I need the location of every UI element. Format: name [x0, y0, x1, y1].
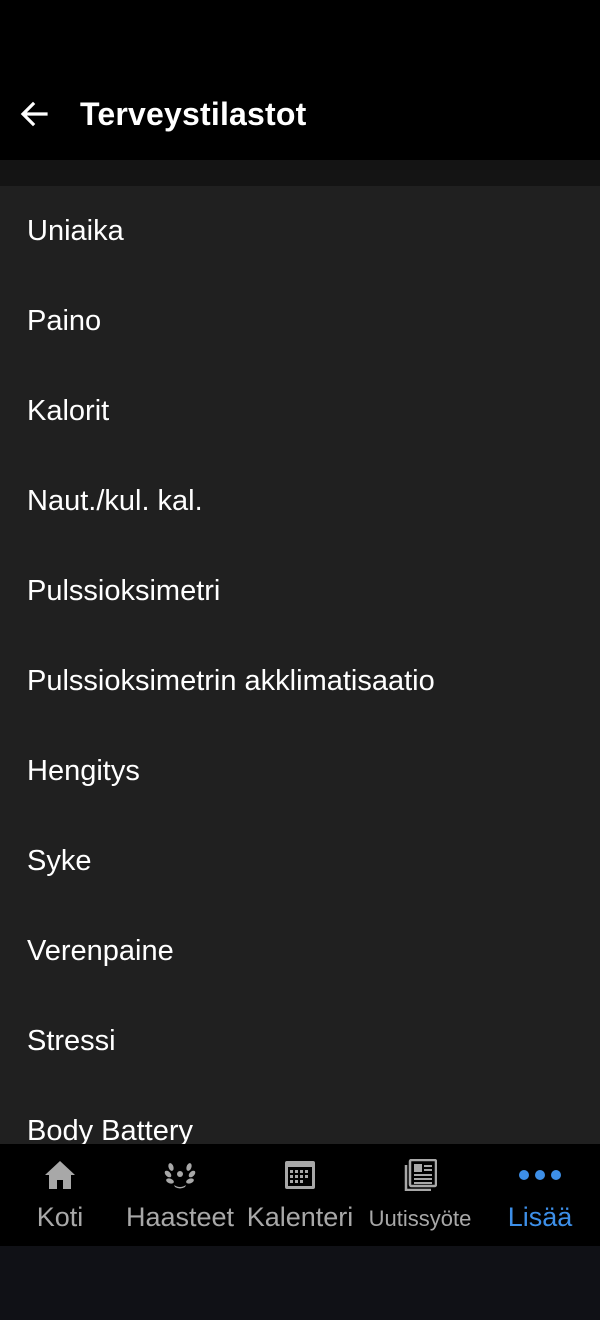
list-item-calories-in-out[interactable]: Naut./kul. kal. [0, 456, 600, 546]
app-bar: Terveystilastot [0, 68, 600, 160]
nav-more-label: Lisää [507, 1202, 573, 1232]
list-item-heart-rate[interactable]: Syke [0, 816, 600, 906]
list-item-calories[interactable]: Kalorit [0, 366, 600, 456]
system-navigation-area [0, 1246, 600, 1320]
list-item-body-battery[interactable]: Body Battery [0, 1086, 600, 1145]
list-item-weight[interactable]: Paino [0, 276, 600, 366]
list-item-respiration[interactable]: Hengitys [0, 726, 600, 816]
list-item-stress[interactable]: Stressi [0, 996, 600, 1086]
calendar-icon [285, 1161, 315, 1189]
nav-newsfeed-label: Uutissyöte [368, 1206, 472, 1231]
home-icon [45, 1161, 75, 1189]
nav-home[interactable]: Koti [0, 1144, 120, 1246]
nav-newsfeed[interactable]: Uutissyöte [360, 1144, 480, 1246]
nav-more[interactable]: Lisää [480, 1144, 600, 1246]
nav-challenges[interactable]: Haasteet [120, 1144, 240, 1246]
nav-calendar[interactable]: Kalenteri [240, 1144, 360, 1246]
back-button[interactable] [0, 68, 68, 160]
list-item-pulse-ox[interactable]: Pulssioksimetri [0, 546, 600, 636]
newsfeed-icon [404, 1159, 437, 1191]
bottom-navigation: Koti Haasteet Kalenteri Uutissyöte Lisää [0, 1144, 600, 1246]
more-dots-icon [519, 1170, 561, 1180]
laurel-icon [164, 1163, 196, 1189]
list-item-blood-pressure[interactable]: Verenpaine [0, 906, 600, 996]
status-bar [0, 0, 600, 68]
back-arrow-icon [20, 101, 48, 127]
nav-challenges-label: Haasteet [125, 1202, 235, 1232]
list-item-sleep[interactable]: Uniaika [0, 186, 600, 276]
health-stats-list[interactable]: Uniaika Paino Kalorit Naut./kul. kal. Pu… [0, 186, 600, 1144]
page-title: Terveystilastot [80, 95, 307, 132]
list-top-spacer [0, 160, 600, 186]
nav-home-label: Koti [36, 1202, 84, 1232]
nav-calendar-label: Kalenteri [246, 1202, 354, 1232]
list-item-pulse-ox-acclimation[interactable]: Pulssioksimetrin akklimatisaatio [0, 636, 600, 726]
